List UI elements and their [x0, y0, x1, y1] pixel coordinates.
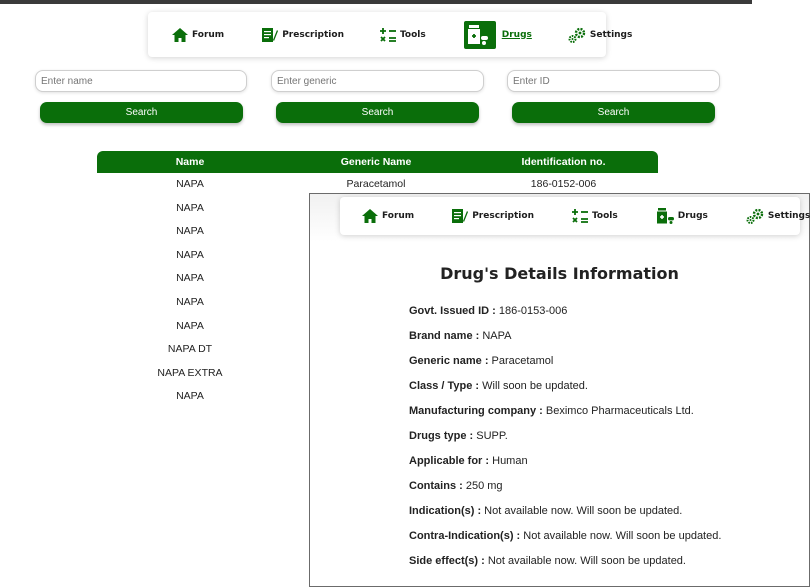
nav-forum[interactable]: Forum: [362, 209, 414, 223]
field-value: Not available now. Will soon be updated.: [487, 555, 686, 567]
window-top-border: [0, 0, 752, 4]
field-label: Contra-Indication(s) :: [409, 530, 521, 542]
field-indications: Indication(s) : Not available now. Will …: [409, 505, 682, 517]
nav-settings[interactable]: Settings: [568, 27, 632, 43]
calculator-icon: [379, 27, 396, 42]
field-label: Side effect(s) :: [409, 555, 485, 567]
cell-name: NAPA: [176, 390, 204, 400]
field-side-effects: Side effect(s) : Not available now. Will…: [409, 555, 686, 567]
cell-generic: Paracetamol: [346, 178, 406, 190]
field-brand-name: Brand name : NAPA: [409, 330, 512, 342]
field-value: Paracetamol: [491, 355, 554, 367]
nav-drugs-label: Drugs: [677, 211, 708, 221]
field-generic-name: Generic name : Paracetamol: [409, 355, 553, 367]
field-label: Generic name :: [409, 355, 489, 367]
nav-settings-label: Settings: [589, 29, 633, 40]
field-label: Indication(s) :: [409, 505, 482, 517]
field-value: Human: [492, 455, 528, 467]
cell-name: NAPA: [176, 319, 204, 332]
nav-prescription[interactable]: Prescription: [262, 27, 344, 43]
nav-tools-label: Tools: [591, 211, 618, 221]
nav-prescription[interactable]: Prescription: [452, 208, 534, 224]
cell-name: NAPA: [176, 272, 204, 285]
drugs-icon: [656, 208, 674, 224]
name-search-input[interactable]: [35, 70, 247, 92]
nav-prescription-label: Prescription: [472, 211, 534, 221]
header-generic-name: Generic Name: [340, 156, 412, 168]
home-icon: [362, 209, 378, 223]
field-label: Manufacturing company :: [409, 405, 543, 417]
field-class-type: Class / Type : Will soon be updated.: [409, 380, 588, 392]
field-applicable-for: Applicable for : Human: [409, 455, 528, 467]
field-govt-id: Govt. Issued ID : 186-0153-006: [409, 305, 567, 317]
drugs-icon: [463, 20, 496, 49]
nav-tools[interactable]: Tools: [379, 27, 426, 43]
field-value: Not available now. Will soon be updated.: [484, 505, 683, 517]
cell-name: NAPA: [176, 295, 204, 308]
generic-search-button[interactable]: Search: [276, 102, 479, 123]
field-value: SUPP.: [476, 430, 508, 442]
nav-forum-label: Forum: [192, 29, 225, 40]
drug-details-window: Drug's Details Information Govt. Issued …: [309, 193, 810, 587]
field-contains: Contains : 250 mg: [409, 480, 503, 492]
nav-prescription-label: Prescription: [282, 29, 344, 40]
name-search-button[interactable]: Search: [40, 102, 243, 123]
field-label: Class / Type :: [409, 380, 480, 392]
nav-forum-label: Forum: [382, 211, 415, 221]
nav-drugs[interactable]: Drugs: [463, 20, 532, 49]
field-label: Contains :: [409, 480, 463, 492]
field-value: 186-0153-006: [498, 305, 568, 317]
field-label: Drugs type :: [409, 430, 474, 442]
nav-settings[interactable]: Settings: [746, 208, 810, 224]
cell-name: NAPA: [176, 225, 204, 238]
details-navigation: Forum Prescription Tools Drugs Settings: [340, 197, 810, 235]
field-value: Beximco Pharmaceuticals Ltd.: [545, 405, 694, 417]
field-value: Not available now. Will soon be updated.: [523, 530, 722, 542]
calculator-icon: [571, 209, 588, 223]
header-identification-no: Identification no.: [521, 156, 606, 168]
generic-search-input[interactable]: [271, 70, 484, 92]
field-value: 250 mg: [465, 480, 503, 492]
cell-id: 186-0152-006: [530, 178, 597, 190]
header-name: Name: [175, 156, 205, 168]
prescription-icon: [452, 209, 469, 223]
id-search-button[interactable]: Search: [512, 102, 715, 123]
field-label: Brand name :: [409, 330, 480, 342]
cell-name: NAPA: [176, 248, 204, 261]
main-navigation: Forum Prescription Tools Drugs Settings: [148, 12, 632, 57]
cell-name: NAPA: [176, 201, 204, 214]
field-value: NAPA: [482, 330, 512, 342]
cell-name: NAPA DT: [167, 343, 213, 356]
id-search-input[interactable]: [507, 70, 720, 92]
nav-drugs[interactable]: Drugs: [656, 208, 708, 224]
nav-tools[interactable]: Tools: [571, 208, 618, 224]
home-icon: [172, 27, 188, 42]
field-label: Govt. Issued ID :: [409, 305, 496, 317]
details-title: Drug's Details Information: [440, 264, 679, 283]
nav-drugs-label: Drugs: [501, 29, 532, 40]
gears-icon: [568, 27, 586, 43]
field-value: Will soon be updated.: [482, 380, 588, 392]
nav-forum[interactable]: Forum: [172, 27, 225, 42]
field-drugs-type: Drugs type : SUPP.: [409, 430, 508, 442]
cell-name: NAPA EXTRA: [157, 366, 223, 379]
cell-name: NAPA: [176, 178, 204, 190]
table-header: Name Generic Name Identification no.: [97, 151, 658, 173]
prescription-icon: [262, 27, 279, 42]
nav-tools-label: Tools: [399, 29, 426, 40]
field-contra-indications: Contra-Indication(s) : Not available now…: [409, 530, 721, 542]
field-label: Applicable for :: [409, 455, 490, 467]
field-manufacturer: Manufacturing company : Beximco Pharmace…: [409, 405, 694, 417]
nav-settings-label: Settings: [767, 211, 810, 221]
gears-icon: [746, 208, 764, 224]
